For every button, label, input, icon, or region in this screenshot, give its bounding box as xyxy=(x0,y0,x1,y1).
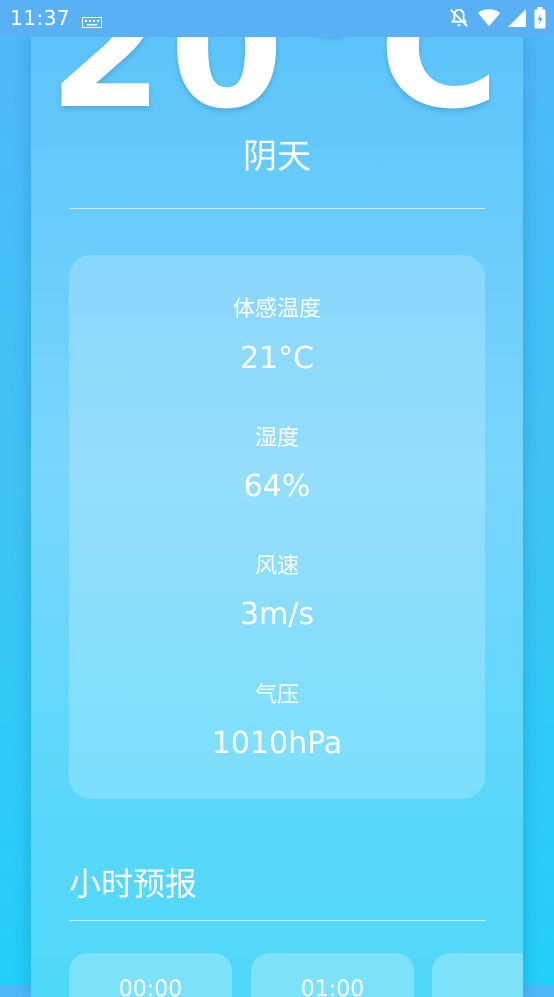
current-temperature: 20°C xyxy=(48,37,506,145)
divider xyxy=(69,920,485,921)
signal-icon xyxy=(508,9,526,31)
status-bar: 11:37 xyxy=(0,0,554,37)
wind-speed-value: 3m/s xyxy=(239,597,315,632)
wind-speed-label: 风速 xyxy=(254,554,299,579)
notifications-off-icon xyxy=(448,7,470,33)
humidity-value: 64% xyxy=(243,469,311,504)
status-time: 11:37 xyxy=(10,6,71,30)
hourly-forecast-title: 小时预报 xyxy=(69,865,198,903)
humidity-label: 湿度 xyxy=(254,426,299,451)
feels-like-label: 体感温度 xyxy=(232,297,321,322)
hourly-item[interactable] xyxy=(432,953,523,997)
hourly-item[interactable]: 00:00 xyxy=(69,953,232,997)
pressure-value: 1010hPa xyxy=(211,726,343,761)
battery-icon xyxy=(534,7,546,33)
divider xyxy=(69,208,485,209)
keyboard-icon xyxy=(82,13,102,32)
weather-card: 20°C 阴天 体感温度 21°C 湿度 64% 风速 3m/s 气压 1010… xyxy=(31,37,523,997)
weather-details-panel: 体感温度 21°C 湿度 64% 风速 3m/s 气压 1010hPa xyxy=(69,255,485,799)
hourly-item[interactable]: 01:00 xyxy=(251,953,414,997)
wifi-icon xyxy=(478,8,500,32)
weather-condition: 阴天 xyxy=(243,137,311,177)
pressure-label: 气压 xyxy=(254,683,299,708)
feels-like-value: 21°C xyxy=(239,341,315,376)
